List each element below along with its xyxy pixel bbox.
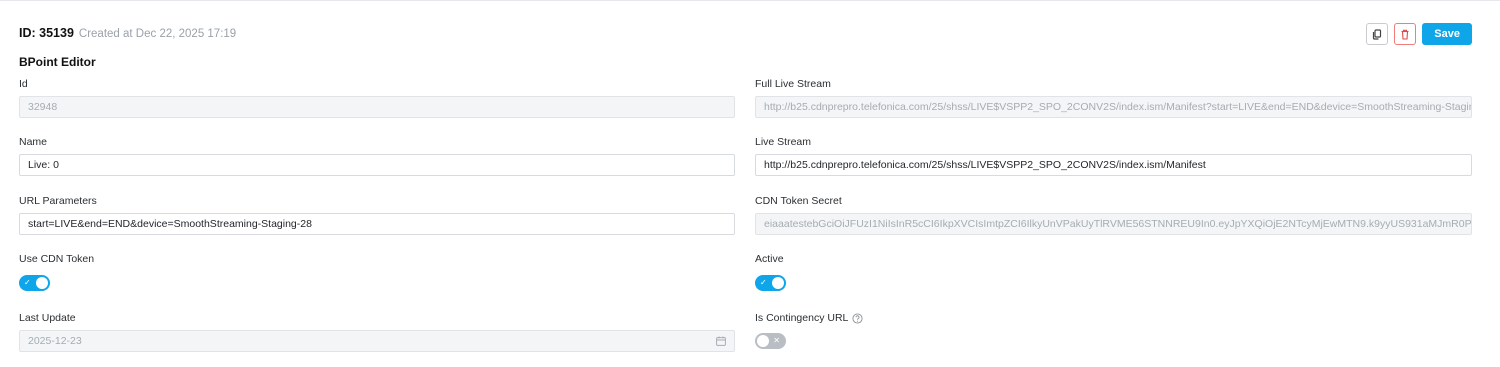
- is-contingency-url-label-group: Is Contingency URL: [755, 312, 863, 324]
- active-label: Active: [755, 253, 784, 265]
- url-parameters-label: URL Parameters: [19, 195, 97, 207]
- trash-icon: [1401, 29, 1409, 40]
- record-header: ID: 35139 Created at Dec 22, 2025 17:19: [19, 26, 236, 42]
- is-contingency-url-label: Is Contingency URL: [755, 312, 849, 324]
- id-label: Id: [19, 78, 28, 90]
- toggle-knob: [772, 277, 784, 289]
- last-update-field[interactable]: 2025-12-23: [19, 330, 735, 352]
- full-live-stream-value: http://b25.cdnprepro.telefonica.com/25/s…: [764, 101, 1472, 113]
- url-parameters-input[interactable]: [28, 218, 726, 230]
- last-update-label: Last Update: [19, 312, 76, 324]
- id-value: 32948: [28, 101, 58, 113]
- use-cdn-token-toggle[interactable]: ✓: [19, 275, 50, 291]
- editor-title: BPoint Editor: [19, 55, 96, 69]
- live-stream-input[interactable]: [764, 159, 1463, 171]
- copy-button[interactable]: [1366, 23, 1389, 45]
- toolbar: Save: [1366, 23, 1472, 45]
- active-toggle[interactable]: ✓: [755, 275, 786, 291]
- help-icon[interactable]: [852, 312, 863, 324]
- url-parameters-field[interactable]: [19, 213, 735, 235]
- name-label: Name: [19, 136, 48, 148]
- name-input[interactable]: [28, 159, 726, 171]
- id-field[interactable]: 32948: [19, 96, 735, 118]
- cdn-token-secret-value: eiaaatestebGciOiJFUzI1NiIsInR5cCI6IkpXVC…: [764, 218, 1472, 230]
- last-update-value: 2025-12-23: [28, 335, 82, 347]
- close-icon: ✕: [773, 336, 780, 345]
- copy-icon: [1373, 28, 1382, 40]
- toggle-knob: [36, 277, 48, 289]
- toggle-knob: [757, 335, 769, 347]
- is-contingency-url-toggle[interactable]: ✕: [755, 333, 786, 349]
- name-field[interactable]: [19, 154, 735, 176]
- calendar-icon[interactable]: [716, 336, 726, 346]
- created-timestamp: Created at Dec 22, 2025 17:19: [78, 28, 237, 40]
- save-button[interactable]: Save: [1422, 23, 1472, 45]
- record-id: ID: 35139: [19, 26, 74, 40]
- live-stream-field[interactable]: [755, 154, 1472, 176]
- cdn-token-secret-label: CDN Token Secret: [755, 195, 842, 207]
- full-live-stream-label: Full Live Stream: [755, 78, 831, 90]
- check-icon: ✓: [760, 278, 767, 287]
- use-cdn-token-label: Use CDN Token: [19, 253, 95, 265]
- cdn-token-secret-field[interactable]: eiaaatestebGciOiJFUzI1NiIsInR5cCI6IkpXVC…: [755, 213, 1472, 235]
- live-stream-label: Live Stream: [755, 136, 812, 148]
- delete-button[interactable]: [1394, 23, 1417, 45]
- full-live-stream-field[interactable]: http://b25.cdnprepro.telefonica.com/25/s…: [755, 96, 1472, 118]
- editor-page: ID: 35139 Created at Dec 22, 2025 17:19 …: [0, 0, 1500, 367]
- check-icon: ✓: [24, 278, 31, 287]
